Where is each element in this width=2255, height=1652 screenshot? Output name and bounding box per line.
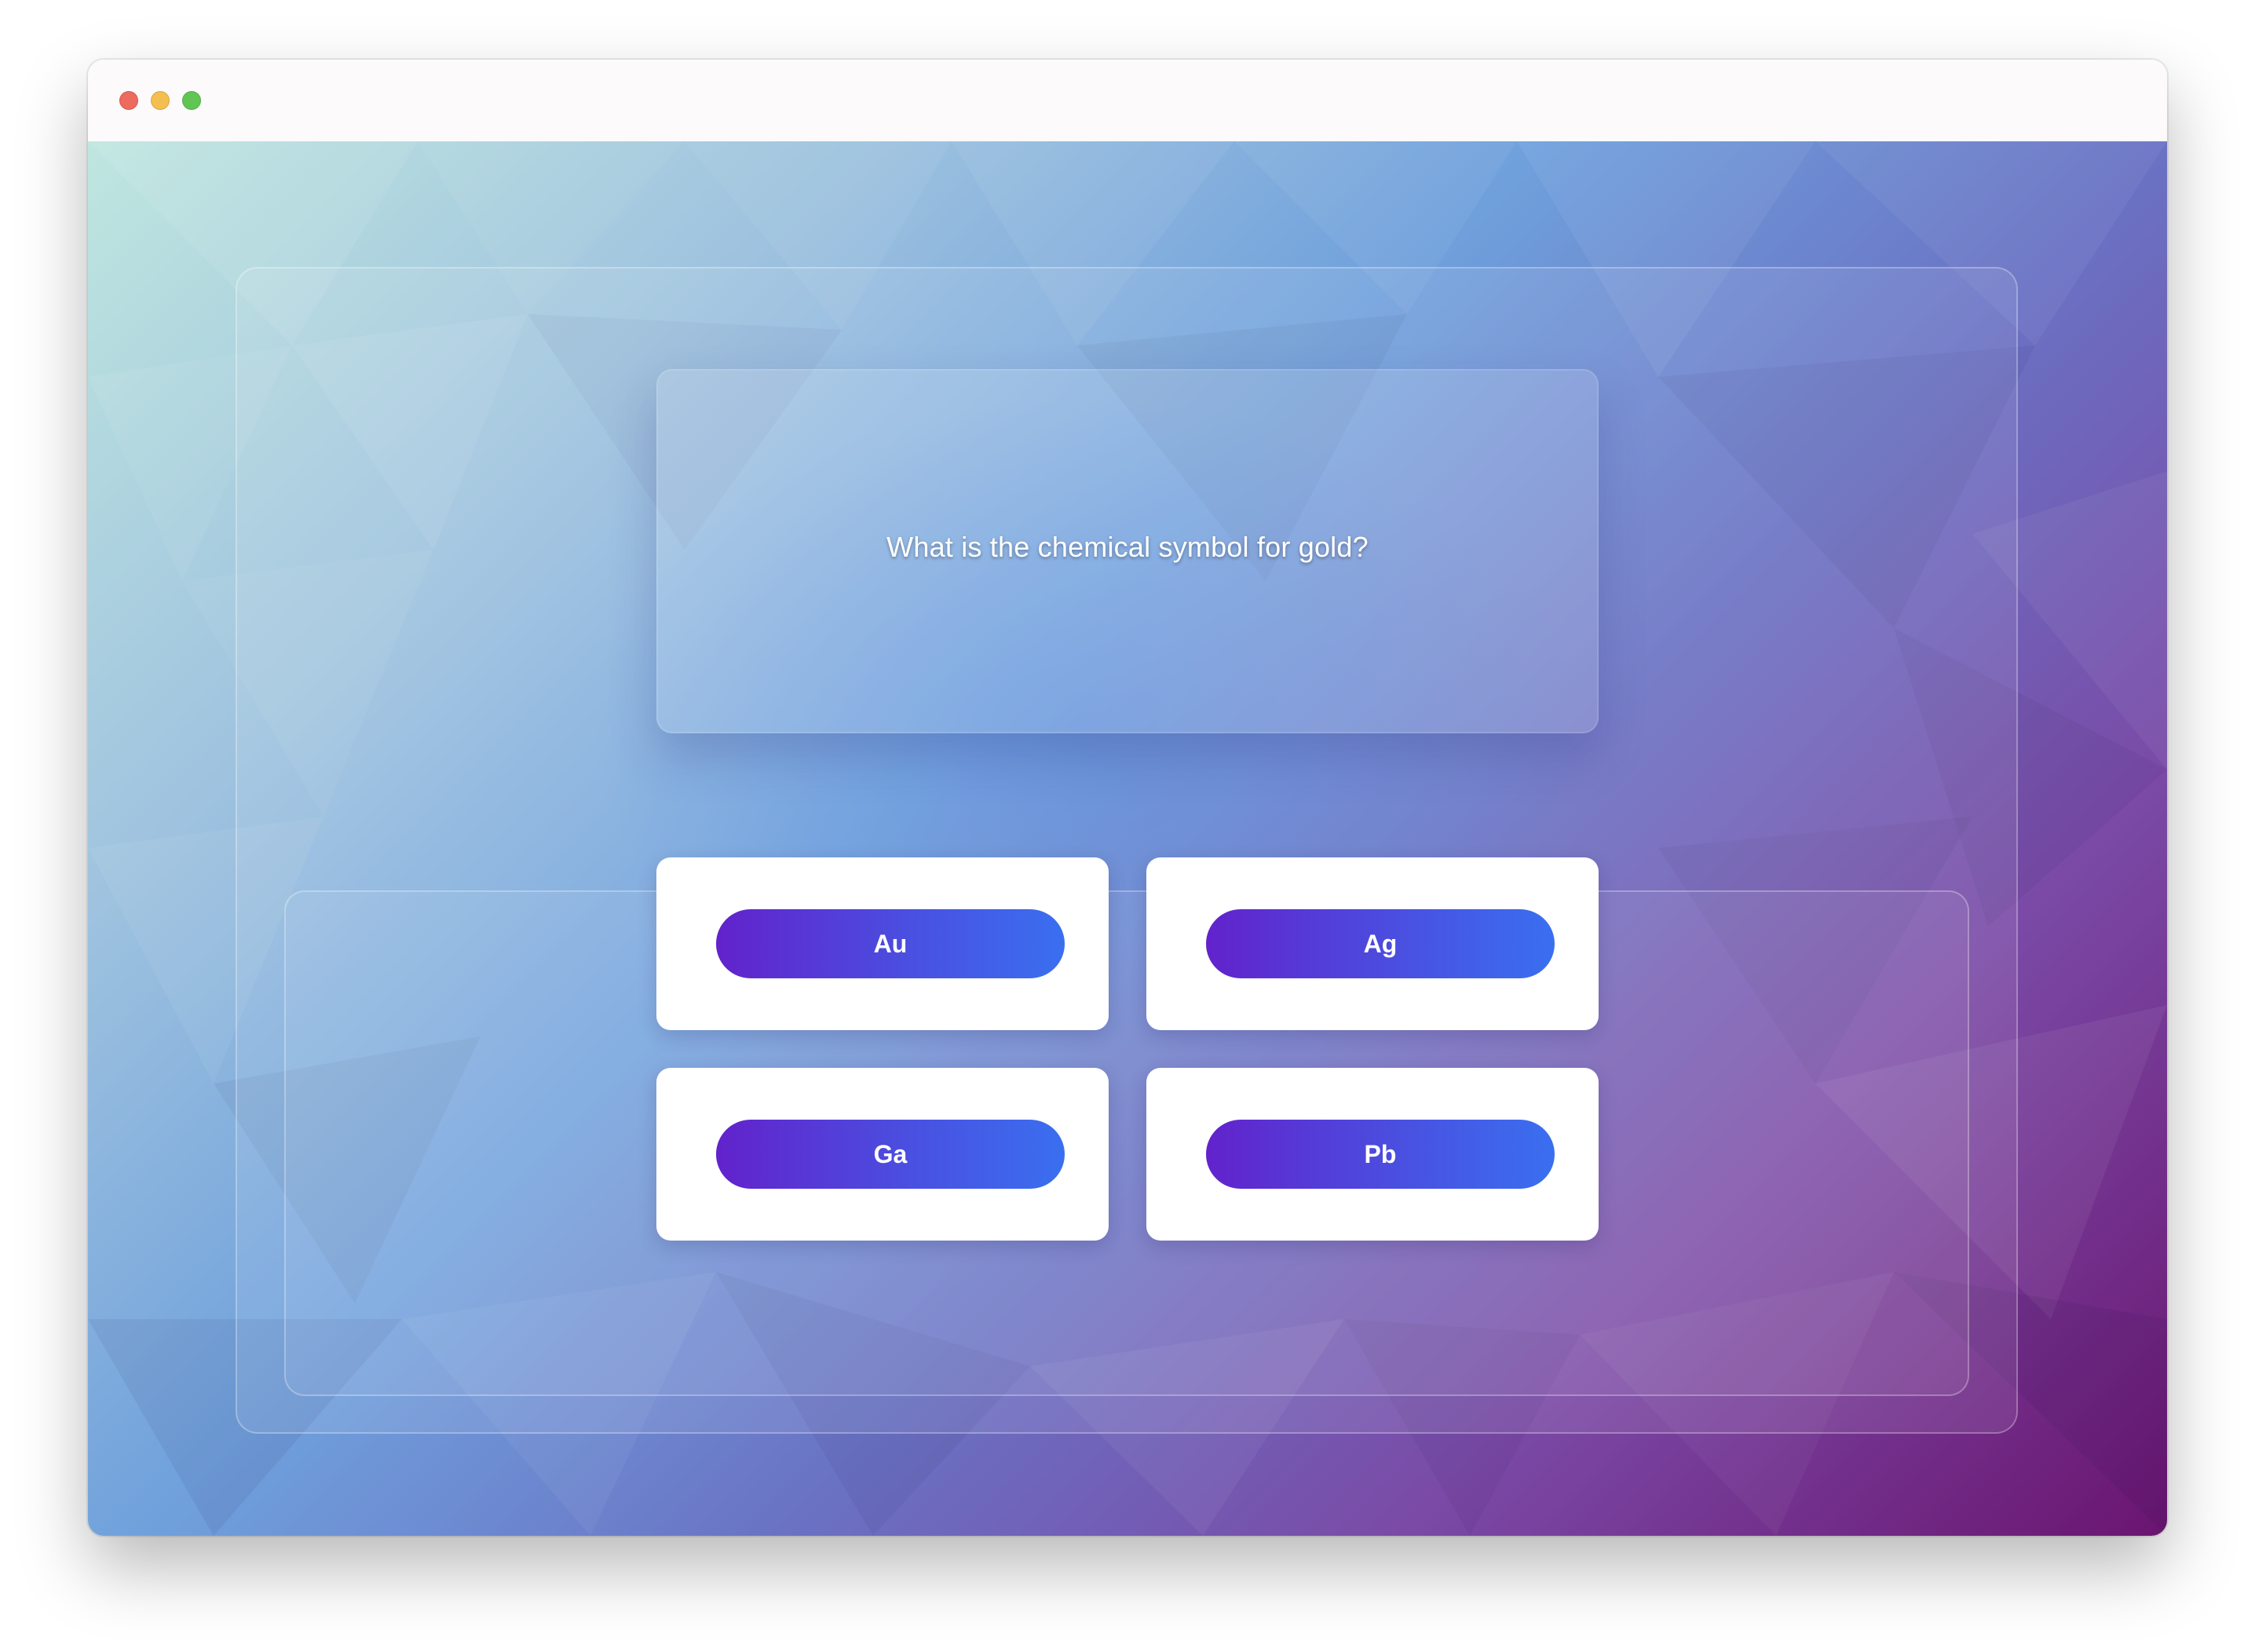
question-text: What is the chemical symbol for gold? (886, 531, 1369, 563)
answer-card: Ag (1146, 857, 1599, 1030)
minimize-window-button[interactable] (151, 91, 170, 110)
page-viewport (88, 141, 2167, 1536)
answer-button-au[interactable]: Au (716, 909, 1065, 978)
window-titlebar (88, 60, 2167, 142)
zoom-window-button[interactable] (182, 91, 201, 110)
answer-card: Pb (1146, 1068, 1599, 1241)
answer-card: Au (656, 857, 1109, 1030)
answer-button-ga[interactable]: Ga (716, 1120, 1065, 1189)
close-window-button[interactable] (119, 91, 138, 110)
browser-window: What is the chemical symbol for gold? Au… (88, 60, 2167, 1536)
answer-card: Ga (656, 1068, 1109, 1241)
question-card: What is the chemical symbol for gold? (656, 369, 1599, 733)
answers-panel (284, 890, 1969, 1396)
answer-button-ag[interactable]: Ag (1206, 909, 1555, 978)
answer-button-pb[interactable]: Pb (1206, 1120, 1555, 1189)
